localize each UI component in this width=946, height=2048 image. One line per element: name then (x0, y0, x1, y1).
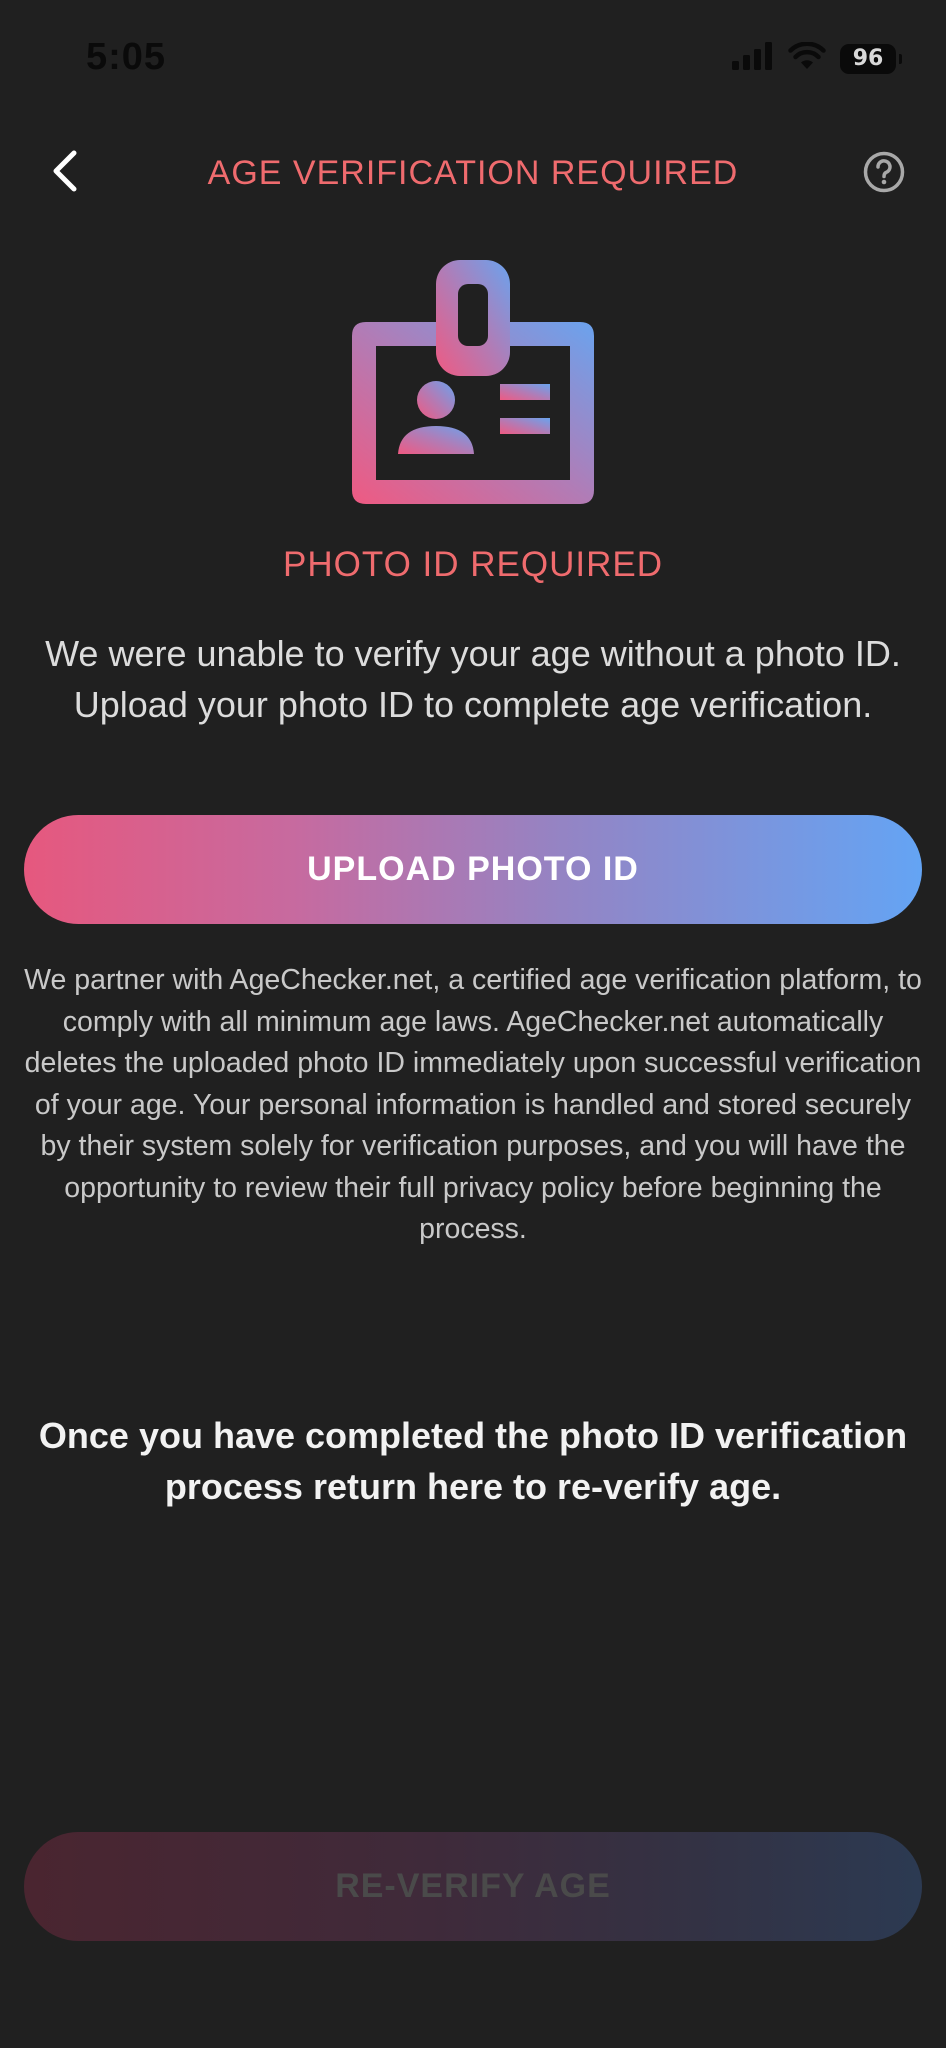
intro-text: We were unable to verify your age withou… (45, 633, 901, 725)
wifi-icon (788, 41, 826, 75)
question-circle-icon (862, 150, 906, 199)
battery-level: 96 (852, 46, 884, 71)
id-badge-icon (350, 258, 596, 504)
battery-icon: 96 (840, 43, 902, 74)
page-title: AGE VERIFICATION REQUIRED (207, 154, 739, 192)
section-title: PHOTO ID REQUIRED (282, 545, 663, 584)
status-icons: 96 (732, 41, 902, 75)
header: AGE VERIFICATION REQUIRED (0, 140, 946, 210)
return-note: Once you have completed the photo ID ver… (38, 1415, 908, 1507)
help-button[interactable] (860, 150, 908, 198)
re-verify-age-button[interactable]: RE-VERIFY AGE (24, 1832, 922, 1941)
privacy-disclaimer: We partner with AgeChecker.net, a certif… (24, 964, 922, 1245)
upload-photo-id-button[interactable]: UPLOAD PHOTO ID (24, 815, 922, 924)
cellular-signal-icon (732, 42, 774, 75)
status-time: 5:05 (86, 36, 167, 78)
status-bar: 5:05 96 (0, 0, 946, 120)
